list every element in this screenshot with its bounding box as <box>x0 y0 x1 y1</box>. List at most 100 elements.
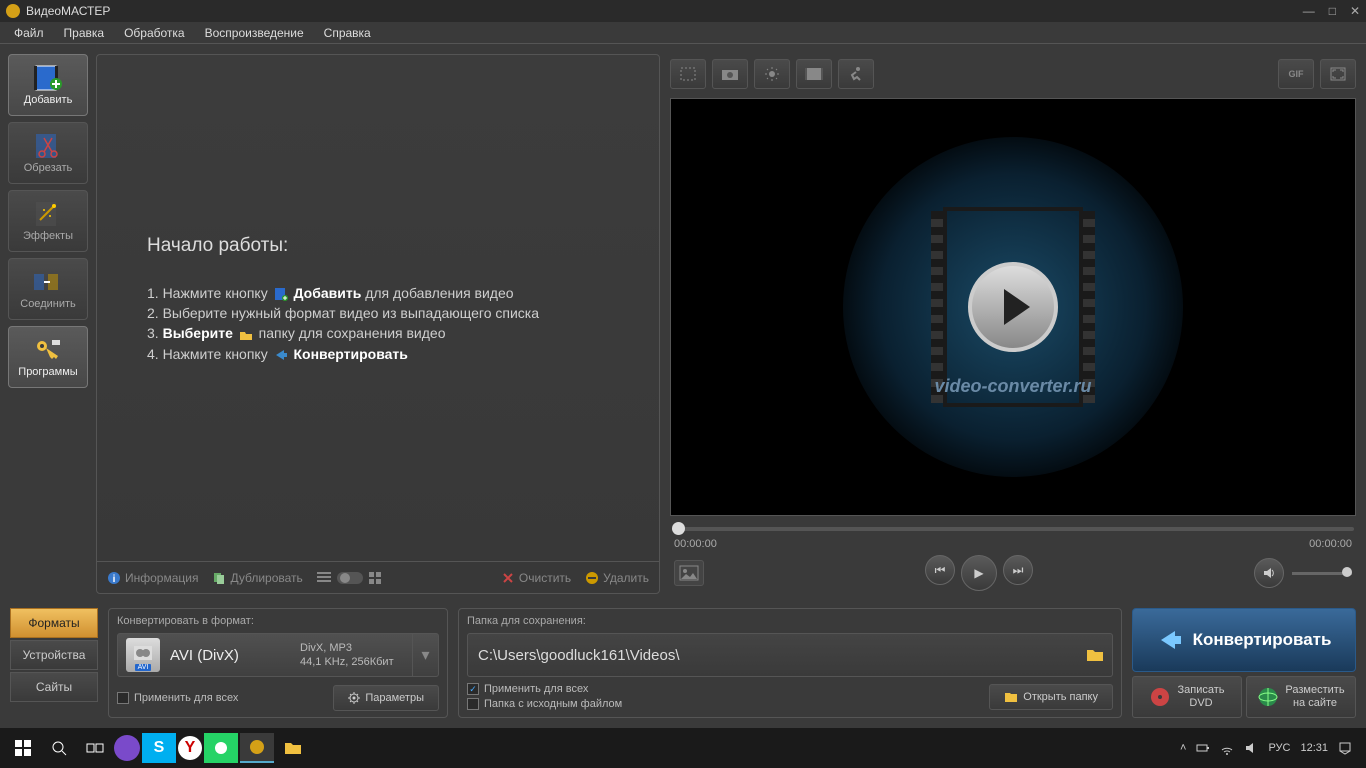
tool-programs[interactable]: Программы <box>8 326 88 388</box>
scissors-icon <box>32 132 64 160</box>
tray-lang[interactable]: РУС <box>1268 742 1290 754</box>
motion-button[interactable] <box>838 59 874 89</box>
play-icon <box>968 262 1058 352</box>
play-controls: ⏮ ▶ ⏭ <box>670 552 1356 594</box>
tool-cut[interactable]: Обрезать <box>8 122 88 184</box>
tool-join[interactable]: Соединить <box>8 258 88 320</box>
save-apply-all-checkbox[interactable]: ✓ Применить для всех <box>467 683 622 695</box>
format-dropdown[interactable]: AVI AVI (DivX) DivX, MP3 44,1 KHz, 256Кб… <box>117 633 439 677</box>
browse-folder-button[interactable] <box>1084 644 1106 666</box>
gif-button[interactable]: GIF <box>1278 59 1314 89</box>
convert-button[interactable]: Конвертировать <box>1132 608 1356 672</box>
screenshot-button[interactable] <box>674 560 704 586</box>
convert-panel: Конвертировать ЗаписатьDVD Разместитьна … <box>1132 608 1356 718</box>
timeline-handle[interactable] <box>672 522 685 535</box>
search-button[interactable] <box>42 733 76 763</box>
tool-programs-label: Программы <box>18 366 77 378</box>
speed-button[interactable] <box>796 59 832 89</box>
close-button[interactable]: ✕ <box>1350 4 1360 18</box>
svg-text:i: i <box>113 574 116 585</box>
play-button[interactable]: ▶ <box>961 555 997 591</box>
save-label: Папка для сохранения: <box>467 615 1113 627</box>
info-button[interactable]: i Информация <box>107 571 198 585</box>
tool-join-label: Соединить <box>20 298 76 310</box>
menu-help[interactable]: Справка <box>314 24 381 42</box>
menu-process[interactable]: Обработка <box>114 24 195 42</box>
menu-playback[interactable]: Воспроизведение <box>195 24 314 42</box>
menu-bar: Файл Правка Обработка Воспроизведение Сп… <box>0 22 1366 44</box>
format-tabs: Форматы Устройства Сайты <box>10 608 98 718</box>
checkbox-icon <box>467 698 479 710</box>
taskview-button[interactable] <box>78 733 112 763</box>
tb-app-1[interactable] <box>114 735 140 761</box>
time-current: 00:00:00 <box>674 538 717 550</box>
tray-chevron[interactable]: ˄ <box>1180 742 1186 754</box>
info-icon: i <box>107 571 121 585</box>
tb-app-explorer[interactable] <box>276 733 310 763</box>
maximize-button[interactable]: □ <box>1329 4 1336 18</box>
folder-open-icon <box>1004 691 1018 703</box>
wifi-icon[interactable] <box>1220 741 1234 755</box>
menu-file[interactable]: Файл <box>4 24 54 42</box>
tb-app-whatsapp[interactable] <box>204 733 238 763</box>
video-preview[interactable]: video-converter.ru <box>670 98 1356 516</box>
crop-icon <box>679 66 697 82</box>
delete-button[interactable]: Удалить <box>585 571 649 585</box>
notifications-icon[interactable] <box>1338 741 1352 755</box>
crop-button[interactable] <box>670 59 706 89</box>
tb-app-active[interactable] <box>240 733 274 763</box>
fullscreen-button[interactable] <box>1320 59 1356 89</box>
titlebar: ВидеоМАСТЕР — □ ✕ <box>0 0 1366 22</box>
timeline[interactable] <box>670 516 1356 536</box>
format-codec: DivX, MP3 <box>300 641 394 655</box>
film-add-icon <box>274 287 288 301</box>
minimize-button[interactable]: — <box>1303 4 1315 18</box>
preview-toolbar: GIF <box>670 54 1356 94</box>
volume-button[interactable] <box>1254 558 1284 588</box>
same-folder-checkbox[interactable]: Папка с исходным файлом <box>467 698 622 710</box>
minus-icon <box>585 571 599 585</box>
tool-add[interactable]: Добавить <box>8 54 88 116</box>
tb-app-yandex[interactable]: Y <box>178 736 202 760</box>
view-list-icon[interactable] <box>317 572 331 584</box>
start-step-1: 1. Нажмите кнопку Добавить для добавлени… <box>147 285 629 301</box>
open-folder-button[interactable]: Открыть папку <box>989 684 1113 710</box>
avi-icon: AVI <box>126 638 160 672</box>
tab-devices[interactable]: Устройства <box>10 640 98 670</box>
save-path-field[interactable]: C:\Users\goodluck161\Videos\ <box>467 633 1113 677</box>
sound-icon[interactable] <box>1244 741 1258 755</box>
burn-dvd-button[interactable]: ЗаписатьDVD <box>1132 676 1242 718</box>
volume-slider[interactable] <box>1292 572 1352 575</box>
tray-clock[interactable]: 12:31 <box>1300 742 1328 754</box>
view-grid-icon[interactable] <box>369 572 383 584</box>
tab-formats[interactable]: Форматы <box>10 608 98 638</box>
speaker-icon <box>1262 566 1276 580</box>
duplicate-icon <box>212 571 226 585</box>
next-button[interactable]: ⏭ <box>1003 555 1033 585</box>
start-button[interactable] <box>6 733 40 763</box>
prev-button[interactable]: ⏮ <box>925 555 955 585</box>
join-icon <box>32 268 64 296</box>
format-audio: 44,1 KHz, 256Кбит <box>300 655 394 669</box>
menu-edit[interactable]: Правка <box>54 24 115 42</box>
film-speed-icon <box>805 66 823 82</box>
view-toggle-icon[interactable] <box>337 571 363 585</box>
tool-effects[interactable]: Эффекты <box>8 190 88 252</box>
format-apply-all-checkbox[interactable]: Применить для всех <box>117 692 238 704</box>
duplicate-button[interactable]: Дублировать <box>212 571 302 585</box>
snapshot-button[interactable] <box>712 59 748 89</box>
brightness-button[interactable] <box>754 59 790 89</box>
publish-web-button[interactable]: Разместитьна сайте <box>1246 676 1356 718</box>
chevron-down-icon[interactable]: ▾ <box>412 634 438 676</box>
start-step-4: 4. Нажмите кнопку Конвертировать <box>147 346 629 362</box>
save-panel: Папка для сохранения: C:\Users\goodluck1… <box>458 608 1122 718</box>
clear-button[interactable]: Очистить <box>501 571 571 585</box>
params-button[interactable]: Параметры <box>333 685 439 711</box>
battery-icon[interactable] <box>1196 741 1210 755</box>
tool-cut-label: Обрезать <box>24 162 73 174</box>
format-name: AVI (DivX) <box>170 647 290 664</box>
tb-app-skype[interactable]: S <box>142 733 176 763</box>
folder-icon <box>239 328 253 342</box>
tab-sites[interactable]: Сайты <box>10 672 98 702</box>
convert-arrow-icon <box>274 348 288 362</box>
